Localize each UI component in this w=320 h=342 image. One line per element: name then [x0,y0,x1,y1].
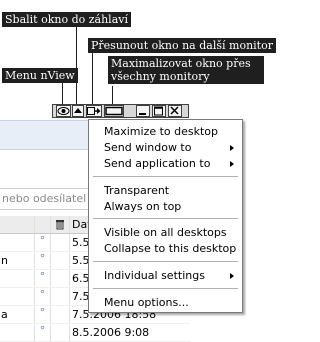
maximize-button[interactable] [152,105,166,117]
nview-eye-icon [57,107,70,115]
submenu-arrow-icon [230,161,234,167]
dot-icon: ° [35,324,51,341]
row-date: 8.5.2006 9:08 [72,326,150,339]
move-monitor-icon [87,107,101,115]
dot-icon: ° [35,270,51,287]
menu-item-send-application-to[interactable]: Send application to [104,157,210,170]
maximize-monitors-icon [105,106,123,116]
dot-icon: ° [35,306,51,323]
nview-menu-button[interactable] [56,105,71,117]
menu-item-transparent[interactable]: Transparent [104,184,169,197]
menu-item-always-on-top[interactable]: Always on top [104,200,181,213]
close-icon [170,106,179,115]
callout-line-collapse [76,26,77,105]
menu-separator [93,176,238,177]
collapse-to-header-button[interactable] [72,105,84,117]
menu-item-collapse-to-this-desktop[interactable]: Collapse to this desktop [104,242,236,255]
submenu-arrow-icon [230,145,234,151]
collapse-up-icon [74,108,82,113]
close-button[interactable] [168,105,182,117]
minimize-icon [139,113,146,115]
menu-item-maximize-to-desktop[interactable]: Maximize to desktop [104,125,218,138]
callout-line-move [92,52,93,105]
callout-move-to-next-monitor: Přesunout okno na další monitor [88,38,276,53]
search-placeholder: nebo odesílatel [2,192,87,205]
move-to-next-monitor-button[interactable] [86,105,102,117]
menu-separator [93,218,238,219]
callout-nview-menu: Menu nView [2,68,78,83]
callout-line-nview [62,82,63,105]
maximize-all-monitors-button[interactable] [104,105,124,117]
nview-context-menu: Maximize to desktop Send window to Send … [88,119,243,313]
menu-item-send-window-to[interactable]: Send window to [104,141,191,154]
dot-icon: ° [35,288,51,305]
callout-collapse-to-header: Sbalit okno do záhlaví [2,12,131,27]
menu-item-visible-on-all-desktops[interactable]: Visible on all desktops [104,226,227,239]
dot-icon: ° [35,252,51,269]
maximize-icon [154,106,163,116]
trash-icon[interactable] [51,216,70,233]
menu-item-menu-options[interactable]: Menu options... [104,296,189,309]
menu-separator [93,261,238,262]
submenu-arrow-icon [230,273,234,279]
callout-line-maximize [112,86,113,105]
callout-maximize-all-monitors: Maximalizovat okno přes všechny monitory [108,56,264,84]
minimize-button[interactable] [136,105,150,117]
menu-separator [93,288,238,289]
table-row[interactable]: ° 8.5.2006 9:08 [0,324,190,342]
menu-item-individual-settings[interactable]: Individual settings [104,269,205,282]
dot-icon: ° [35,234,51,251]
